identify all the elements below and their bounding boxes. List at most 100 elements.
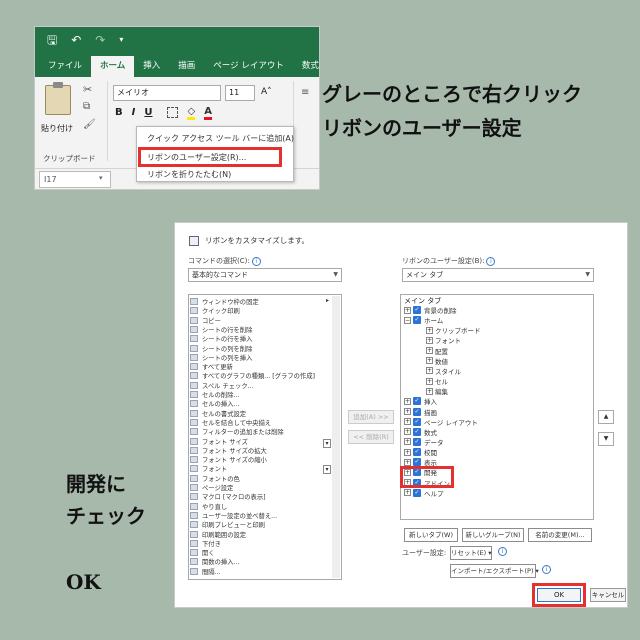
border-icon[interactable] <box>167 107 179 118</box>
expand-icon[interactable]: + <box>404 489 411 497</box>
command-list-item[interactable]: クイック印刷 <box>190 306 240 315</box>
tree-item[interactable]: + ✓ 描画 <box>404 407 437 417</box>
menu-item-add-to-quick-access[interactable]: クイック アクセス ツール バーに追加(A) <box>147 133 294 144</box>
tab-insert[interactable]: 挿入 <box>134 56 169 77</box>
command-list-item[interactable]: 関数の挿入... <box>190 557 240 566</box>
tab-page-layout[interactable]: ページ レイアウト <box>204 56 293 77</box>
command-list-item[interactable]: フィルターの追加または削除 <box>190 427 284 436</box>
expand-icon[interactable]: + <box>426 387 433 395</box>
import-export-button[interactable]: インポート/エクスポート(P) ▾ <box>450 564 539 578</box>
command-list-item[interactable]: フォントの色 <box>190 474 240 483</box>
command-list-item[interactable]: すべて更新 <box>190 362 233 371</box>
menu-item-collapse-ribbon[interactable]: リボンを折りたたむ(N) <box>147 169 231 180</box>
command-list-item[interactable]: 下付き <box>190 539 221 548</box>
tab-file[interactable]: ファイル <box>39 56 91 77</box>
move-up-button[interactable]: ▲ <box>598 410 614 424</box>
command-list-item[interactable]: シートの行を削除 <box>190 325 252 334</box>
remove-button[interactable]: << 削除(R) <box>348 430 394 444</box>
checkbox-icon[interactable]: ✓ <box>413 427 421 436</box>
reset-button[interactable]: リセット(E) ▾ <box>450 546 492 560</box>
font-size-dropdown-icon[interactable]: ▾ <box>323 439 331 448</box>
tree-item[interactable]: + クリップボード <box>426 325 481 335</box>
command-list-item[interactable]: すべてのグラフの種類... [グラフの作成] <box>190 371 315 380</box>
command-source-select[interactable]: 基本的なコマンド ▼ <box>188 268 342 282</box>
tree-item[interactable]: + ✓ 挿入 <box>404 396 437 406</box>
command-list-item[interactable]: セルの挿入... <box>190 399 240 408</box>
cancel-button[interactable]: キャンセル <box>590 588 626 602</box>
command-list-item[interactable]: セルの書式設定 <box>190 409 246 418</box>
cut-icon[interactable]: ✂ <box>83 83 92 96</box>
command-list-item[interactable]: フォント サイズ <box>190 437 248 446</box>
command-list-item[interactable]: マクロ [マクロの表示] <box>190 492 266 501</box>
add-button[interactable]: 追加(A) >> <box>348 410 394 424</box>
command-list-item[interactable]: シートの行を挿入 <box>190 334 252 343</box>
ribbon-scope-select[interactable]: メイン タブ ▼ <box>402 268 594 282</box>
expand-icon[interactable]: + <box>404 306 411 314</box>
align-icon[interactable]: ≡ <box>301 87 309 98</box>
command-list-item[interactable]: シートの列を削除 <box>190 344 252 353</box>
font-grow-icon[interactable]: A˄ <box>261 87 272 97</box>
tree-item[interactable]: + ✓ ヘルプ <box>404 488 444 498</box>
new-tab-button[interactable]: 新しいタブ(W) <box>404 528 458 542</box>
expand-icon[interactable]: + <box>426 367 433 375</box>
chevron-down-icon[interactable]: ▾ <box>99 174 103 182</box>
command-list-item[interactable]: 印刷範囲の設定 <box>190 530 246 539</box>
checkbox-icon[interactable]: ✓ <box>413 397 421 406</box>
paste-icon[interactable] <box>45 82 71 115</box>
checkbox-icon[interactable]: ✓ <box>413 306 421 314</box>
tree-item[interactable]: + ✓ データ <box>404 437 444 447</box>
tree-item[interactable]: + ✓ 校閲 <box>404 447 437 457</box>
expand-icon[interactable]: + <box>426 357 433 365</box>
redo-icon[interactable]: ↷ <box>95 27 105 53</box>
tree-item[interactable]: + ✓ 背景の削除 <box>404 305 457 315</box>
tree-item[interactable]: − ✓ ホーム <box>404 315 443 325</box>
checkbox-icon[interactable]: ✓ <box>413 417 421 426</box>
checkbox-icon[interactable]: ✓ <box>413 407 421 416</box>
font-dropdown-icon[interactable]: ▾ <box>323 465 331 474</box>
tree-item[interactable]: + 配置 <box>426 346 448 356</box>
tree-item[interactable]: + 数値 <box>426 356 448 366</box>
checkbox-icon[interactable]: ✓ <box>413 488 421 497</box>
command-list-item[interactable]: 印刷プレビューと印刷 <box>190 520 265 529</box>
command-list-item[interactable]: フォント サイズの縮小 <box>190 455 267 464</box>
expand-icon[interactable]: + <box>404 428 411 436</box>
tree-item[interactable]: + ✓ 数式 <box>404 427 437 437</box>
checkbox-icon[interactable]: ✓ <box>413 437 421 446</box>
font-size-select[interactable]: 11 <box>225 85 255 101</box>
tree-item[interactable]: + セル <box>426 376 448 386</box>
tab-home[interactable]: ホーム <box>91 56 135 77</box>
command-list-item[interactable]: スペル チェック... <box>190 381 254 390</box>
command-list-item[interactable]: 開く <box>190 548 215 557</box>
paste-button-label[interactable]: 貼り付け <box>41 123 73 134</box>
command-list-scrollbar[interactable] <box>332 296 340 578</box>
command-list-item[interactable]: ユーザー設定の並べ替え... <box>190 511 277 520</box>
fill-color-icon[interactable]: ◇ <box>187 107 196 120</box>
command-list-item[interactable]: ページ設定 <box>190 483 233 492</box>
tree-item[interactable]: + ✓ ページ レイアウト <box>404 417 478 427</box>
checkbox-icon[interactable]: ✓ <box>413 316 421 325</box>
save-icon[interactable]: 🖫 <box>47 27 57 53</box>
command-list-item[interactable]: セルを結合して中央揃え <box>190 418 271 427</box>
bold-icon[interactable]: B <box>115 107 123 120</box>
expand-icon[interactable]: + <box>426 326 433 334</box>
chevron-down-icon[interactable]: ▾ <box>119 27 123 53</box>
command-list-item[interactable]: セルの削除... <box>190 390 240 399</box>
expand-icon[interactable]: + <box>404 397 411 405</box>
underline-icon[interactable]: U <box>144 107 152 120</box>
undo-icon[interactable]: ↶ <box>71 27 81 53</box>
command-list-item[interactable]: フォント サイズの拡大 <box>190 446 267 455</box>
tree-item[interactable]: + フォント <box>426 335 461 345</box>
expand-icon[interactable]: + <box>404 448 411 456</box>
font-name-select[interactable]: メイリオ <box>113 85 221 101</box>
checkbox-icon[interactable]: ✓ <box>413 448 421 457</box>
command-list-item[interactable]: ウィンドウ枠の固定 <box>190 297 259 306</box>
italic-icon[interactable]: I <box>132 107 136 120</box>
rename-button[interactable]: 名前の変更(M)... <box>528 528 592 542</box>
expand-icon[interactable]: + <box>426 377 433 385</box>
copy-icon[interactable]: ⧉ <box>83 101 90 112</box>
expand-icon[interactable]: + <box>404 438 411 446</box>
tree-item[interactable]: + スタイル <box>426 366 461 376</box>
tree-item[interactable]: + 編集 <box>426 386 448 396</box>
collapse-icon[interactable]: − <box>404 316 411 324</box>
expand-icon[interactable]: + <box>404 418 411 426</box>
